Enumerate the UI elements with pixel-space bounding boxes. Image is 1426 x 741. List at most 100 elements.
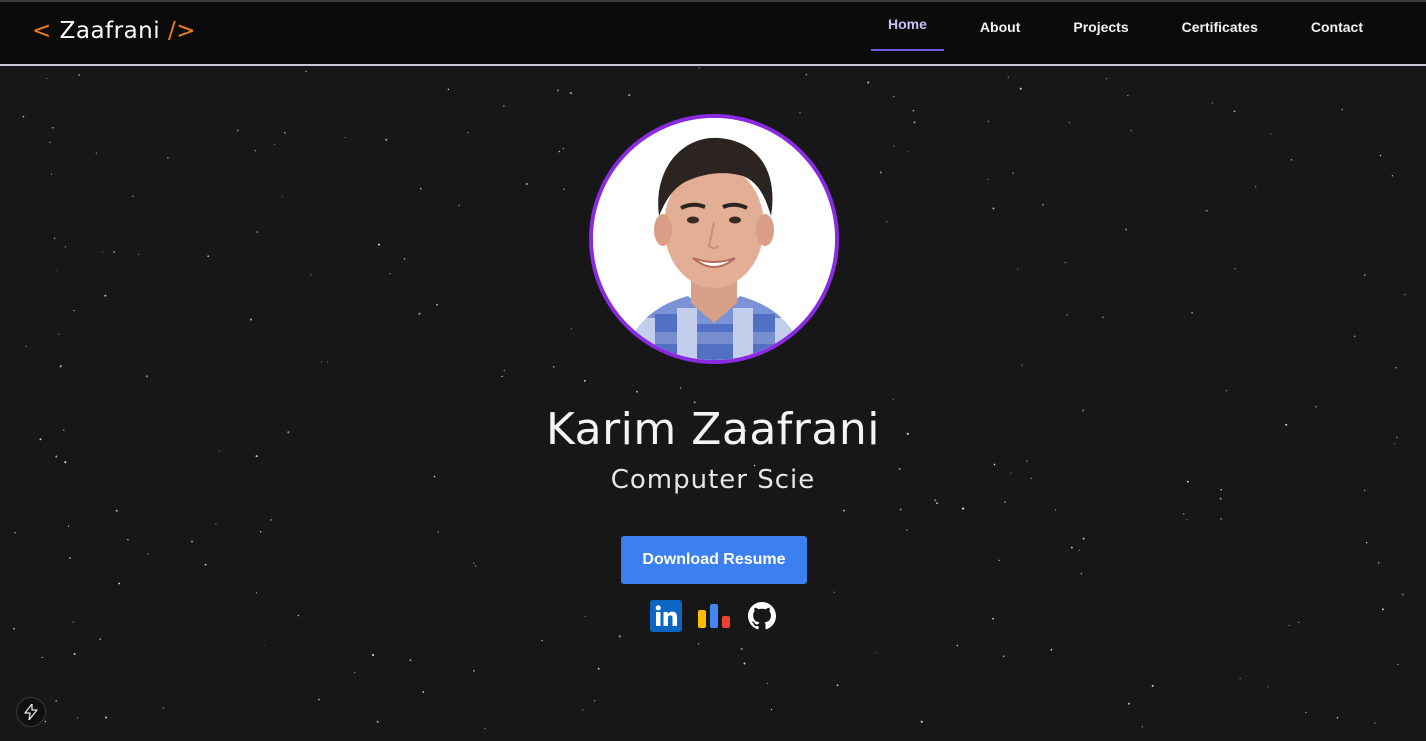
- star: [570, 328, 573, 330]
- star: [78, 74, 81, 76]
- star: [55, 700, 57, 702]
- star: [879, 171, 882, 174]
- star: [1182, 512, 1185, 515]
- star: [987, 120, 989, 122]
- star: [562, 147, 565, 150]
- star: [281, 196, 283, 198]
- star: [583, 379, 586, 382]
- hero-name: Karim Zaafrani: [546, 404, 880, 455]
- star: [1401, 593, 1404, 596]
- github-icon[interactable]: [746, 600, 778, 632]
- star: [956, 644, 959, 647]
- star: [52, 127, 54, 129]
- nav-item-contact[interactable]: Contact: [1294, 2, 1380, 52]
- profile-photo-illustration: [593, 118, 835, 360]
- analytics-icon[interactable]: [698, 600, 730, 632]
- star: [55, 269, 57, 271]
- nav-item-home[interactable]: Home: [871, 2, 944, 51]
- star: [458, 204, 461, 207]
- star: [1225, 390, 1227, 392]
- star: [541, 639, 543, 642]
- nav-item-projects[interactable]: Projects: [1056, 2, 1145, 52]
- star: [697, 643, 700, 645]
- star: [1220, 518, 1222, 520]
- star: [422, 691, 425, 693]
- star: [1233, 110, 1236, 113]
- star: [992, 207, 995, 210]
- star: [1127, 702, 1130, 705]
- download-resume-button[interactable]: Download Resume: [621, 536, 807, 584]
- star: [254, 149, 257, 152]
- star: [41, 656, 43, 659]
- star: [147, 553, 149, 555]
- star: [260, 531, 262, 533]
- star: [1125, 228, 1127, 231]
- star: [552, 366, 555, 368]
- star: [1379, 154, 1382, 157]
- star: [113, 251, 115, 253]
- star: [270, 519, 272, 521]
- star: [104, 294, 107, 297]
- star: [1019, 87, 1022, 90]
- star: [215, 523, 217, 525]
- star: [892, 398, 894, 400]
- site-logo[interactable]: < Zaafrani />: [32, 18, 196, 44]
- star: [1305, 711, 1307, 714]
- star: [867, 81, 870, 84]
- star: [344, 136, 346, 139]
- star: [274, 143, 276, 146]
- navbar: < Zaafrani /> Home About Projects Certif…: [0, 0, 1426, 66]
- star: [436, 303, 438, 306]
- star: [46, 77, 48, 79]
- star: [1050, 648, 1053, 651]
- star: [25, 345, 27, 347]
- star: [992, 617, 994, 620]
- star: [1141, 726, 1144, 728]
- star: [1377, 562, 1380, 564]
- star: [68, 557, 72, 560]
- star: [597, 667, 600, 670]
- star: [886, 221, 888, 223]
- star: [1205, 209, 1208, 212]
- star: [1105, 77, 1108, 80]
- star: [389, 273, 391, 275]
- nav-item-certificates[interactable]: Certificates: [1165, 2, 1275, 52]
- main-nav: Home About Projects Certificates Contact: [852, 2, 1380, 64]
- star: [419, 187, 422, 190]
- star: [1404, 294, 1406, 296]
- star: [263, 644, 265, 646]
- star: [743, 662, 746, 665]
- star: [310, 274, 312, 276]
- star: [934, 499, 937, 502]
- star: [59, 365, 62, 368]
- star: [1255, 186, 1257, 188]
- portfolio-page: < Zaafrani /> Home About Projects Certif…: [0, 0, 1426, 741]
- star: [892, 95, 895, 98]
- star: [1234, 267, 1236, 270]
- star: [53, 237, 56, 240]
- star: [503, 105, 505, 107]
- star: [912, 109, 915, 112]
- hero-subtitle: Computer Scie: [610, 465, 816, 495]
- star: [799, 112, 801, 114]
- star: [836, 684, 839, 687]
- star: [679, 387, 682, 389]
- logo-close-bracket: />: [167, 18, 196, 44]
- star: [55, 455, 58, 458]
- star: [1016, 268, 1019, 270]
- star: [64, 461, 67, 464]
- star: [127, 539, 129, 541]
- star: [962, 507, 965, 510]
- star: [13, 627, 15, 630]
- nav-item-about[interactable]: About: [963, 2, 1037, 52]
- lightning-icon[interactable]: [16, 697, 46, 727]
- star: [1391, 175, 1394, 177]
- star: [137, 253, 140, 255]
- star: [95, 152, 98, 154]
- star: [162, 707, 165, 709]
- star: [58, 333, 60, 335]
- star: [1068, 122, 1070, 124]
- star: [318, 698, 320, 701]
- star: [563, 188, 565, 190]
- linkedin-icon[interactable]: [650, 600, 682, 632]
